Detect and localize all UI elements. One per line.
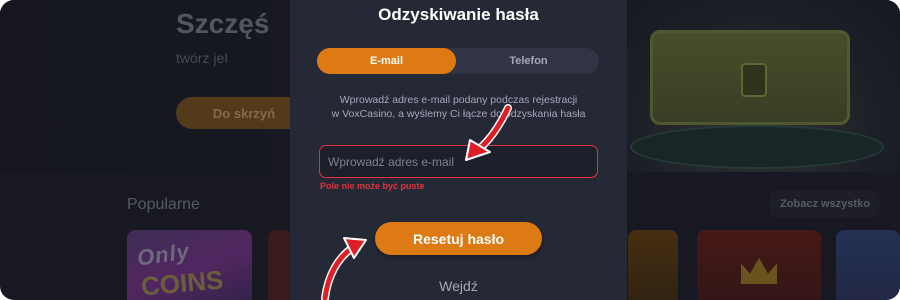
game-tile-title: Only (135, 238, 192, 271)
chest-pedestal (630, 125, 884, 169)
description-line: Wprowadź adres e-mail podany podczas rej… (339, 94, 578, 106)
email-error-message: Pole nie może być puste (320, 181, 425, 191)
screenshot-frame: Szczęś twórz jeI Do skrzyń Popularne Zob… (0, 0, 900, 300)
chest-lock (741, 63, 767, 97)
hero-chest-image (610, 0, 900, 172)
hero-subtitle: twórz jeI (176, 50, 229, 66)
reset-password-button[interactable]: Resetuj hasło (375, 222, 542, 255)
game-tile-subtitle: COINS (139, 264, 225, 300)
modal-title: Odzyskiwanie hasła (378, 5, 539, 24)
email-input[interactable] (319, 145, 598, 178)
tab-email[interactable]: E-mail (317, 48, 456, 74)
game-tile[interactable] (697, 230, 821, 300)
login-link[interactable]: Wejdź (290, 278, 627, 294)
password-recovery-modal: Odzyskiwanie hasła E-mail Telefon Wprowa… (290, 0, 627, 300)
description-line: w VoxCasino, a wyślemy Ci łącze do odzys… (331, 108, 586, 120)
game-tile[interactable] (268, 230, 292, 300)
chest-box (650, 30, 850, 125)
recovery-method-tabs: E-mail Telefon (317, 48, 599, 74)
game-tile[interactable] (628, 230, 678, 300)
section-title-popular: Popularne (127, 196, 200, 213)
tab-phone[interactable]: Telefon (458, 48, 599, 74)
hero-title: Szczęś (176, 8, 270, 39)
recovery-description: Wprowadź adres e-mail podany podczas rej… (310, 93, 607, 121)
game-tile-only-coins[interactable]: Only COINS (127, 230, 252, 300)
crown-icon (741, 258, 777, 284)
game-tile[interactable] (836, 230, 900, 300)
see-all-button[interactable]: Zobacz wszystko (770, 191, 880, 217)
